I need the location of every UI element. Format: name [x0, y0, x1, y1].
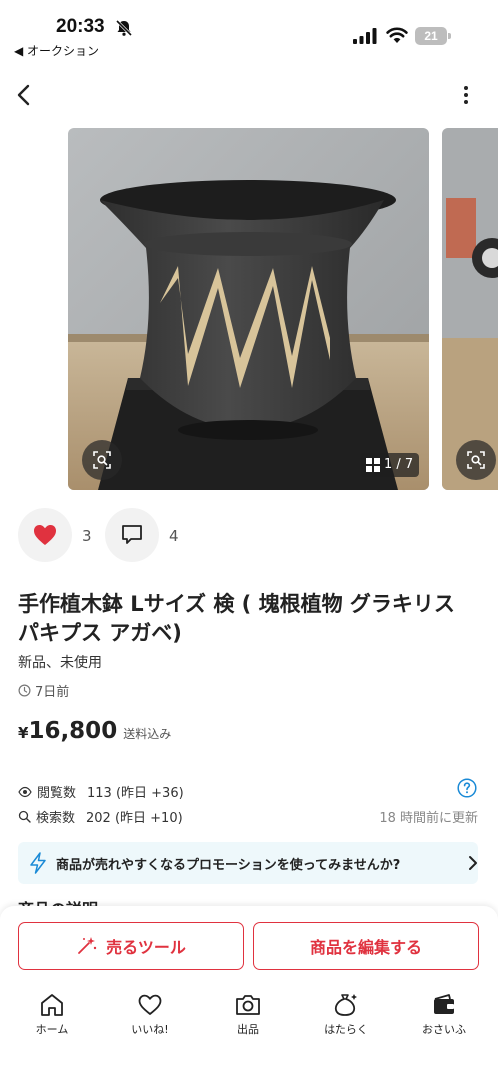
image-search-icon	[93, 451, 111, 469]
search-value: 202 (昨日 +10)	[86, 811, 183, 826]
tab-wallet[interactable]: おさいふ	[404, 992, 484, 1037]
chevron-left-icon[interactable]	[12, 82, 36, 108]
photo-counter-text: 1 / 7	[384, 457, 414, 472]
promotion-text: 商品が売れやすくなるプロモーションを使ってみませんか?	[56, 858, 401, 873]
wifi-icon	[386, 27, 408, 43]
tab-home-label: ホーム	[35, 1023, 69, 1036]
image-search-icon	[467, 451, 485, 469]
heart-outline-icon	[138, 994, 162, 1015]
listed-ago-text: 7日前	[35, 685, 70, 700]
status-bar: 20:33 ◀ オークション 21	[0, 0, 498, 62]
comment-button[interactable]	[105, 508, 159, 562]
views-stat: 閲覧数 113 (昨日 +36)	[18, 782, 184, 801]
image-search-button-next[interactable]	[456, 440, 496, 480]
heart-filled-icon	[34, 525, 56, 545]
item-condition: 新品、未使用	[18, 655, 102, 671]
listed-time: 7日前	[18, 681, 69, 700]
comment-count: 4	[169, 527, 179, 545]
views-label: 閲覧数	[37, 786, 77, 801]
like-count: 3	[82, 527, 92, 545]
stats-updated: 18 時間前に更新	[379, 811, 478, 826]
tab-likes[interactable]: いいね!	[110, 992, 190, 1037]
money-bag-icon	[334, 994, 357, 1016]
home-icon	[41, 994, 63, 1016]
sell-tool-button[interactable]: 売るツール	[18, 922, 244, 970]
clock: 20:33	[56, 16, 105, 37]
tab-home[interactable]: ホーム	[12, 992, 92, 1037]
camera-icon	[236, 995, 260, 1015]
tab-work[interactable]: はたらく	[306, 992, 386, 1037]
search-label: 検索数	[36, 811, 76, 826]
battery-indicator: 21	[415, 27, 451, 45]
eye-icon	[18, 786, 32, 797]
lightning-icon	[30, 852, 46, 874]
tab-work-label: はたらく	[324, 1023, 368, 1036]
comment-icon	[122, 525, 142, 544]
tab-sell[interactable]: 出品	[208, 992, 288, 1037]
bottom-action-bar: 売るツール 商品を編集する ホーム いいね! 出品 はたらく おさいふ	[0, 906, 498, 1080]
next-product-photo[interactable]	[442, 128, 498, 490]
bell-muted-icon	[115, 19, 133, 37]
sell-tool-label: 売るツール	[106, 938, 186, 957]
product-photo[interactable]	[68, 128, 429, 490]
edit-item-button[interactable]: 商品を編集する	[253, 922, 479, 970]
tab-wallet-label: おさいふ	[422, 1023, 466, 1036]
image-search-button[interactable]	[82, 440, 122, 480]
item-title: 手作植木鉢 Lサイズ 検 ( 塊根植物 グラキリス パキプス アガベ)	[18, 592, 455, 645]
price-value: 16,800	[28, 718, 118, 744]
next-photo-image	[442, 128, 498, 490]
like-button[interactable]	[18, 508, 72, 562]
price-row: ¥ 16,800 送料込み	[18, 718, 171, 744]
search-icon	[18, 810, 31, 823]
tab-sell-label: 出品	[237, 1023, 259, 1036]
shipping-label: 送料込み	[123, 727, 172, 741]
clock-icon	[18, 684, 31, 697]
magic-wand-icon	[78, 937, 97, 954]
back-to-app-link[interactable]: ◀ オークション	[14, 42, 99, 59]
photo-counter: 1 / 7	[361, 453, 420, 477]
cellular-signal-icon	[353, 28, 377, 44]
grid-icon	[366, 458, 380, 472]
pot-photo-image	[68, 128, 429, 490]
more-vertical-icon[interactable]	[456, 84, 476, 106]
edit-item-label: 商品を編集する	[309, 938, 422, 957]
search-stat: 検索数 202 (昨日 +10)	[18, 807, 183, 826]
wallet-icon	[434, 994, 454, 1014]
battery-level: 21	[415, 27, 447, 45]
views-value: 113 (昨日 +36)	[87, 786, 184, 801]
price-currency: ¥	[18, 724, 29, 742]
chevron-right-icon	[469, 856, 477, 870]
promotion-banner[interactable]: 商品が売れやすくなるプロモーションを使ってみませんか?	[18, 842, 478, 884]
help-icon[interactable]	[457, 778, 477, 798]
tab-likes-label: いいね!	[131, 1023, 169, 1036]
